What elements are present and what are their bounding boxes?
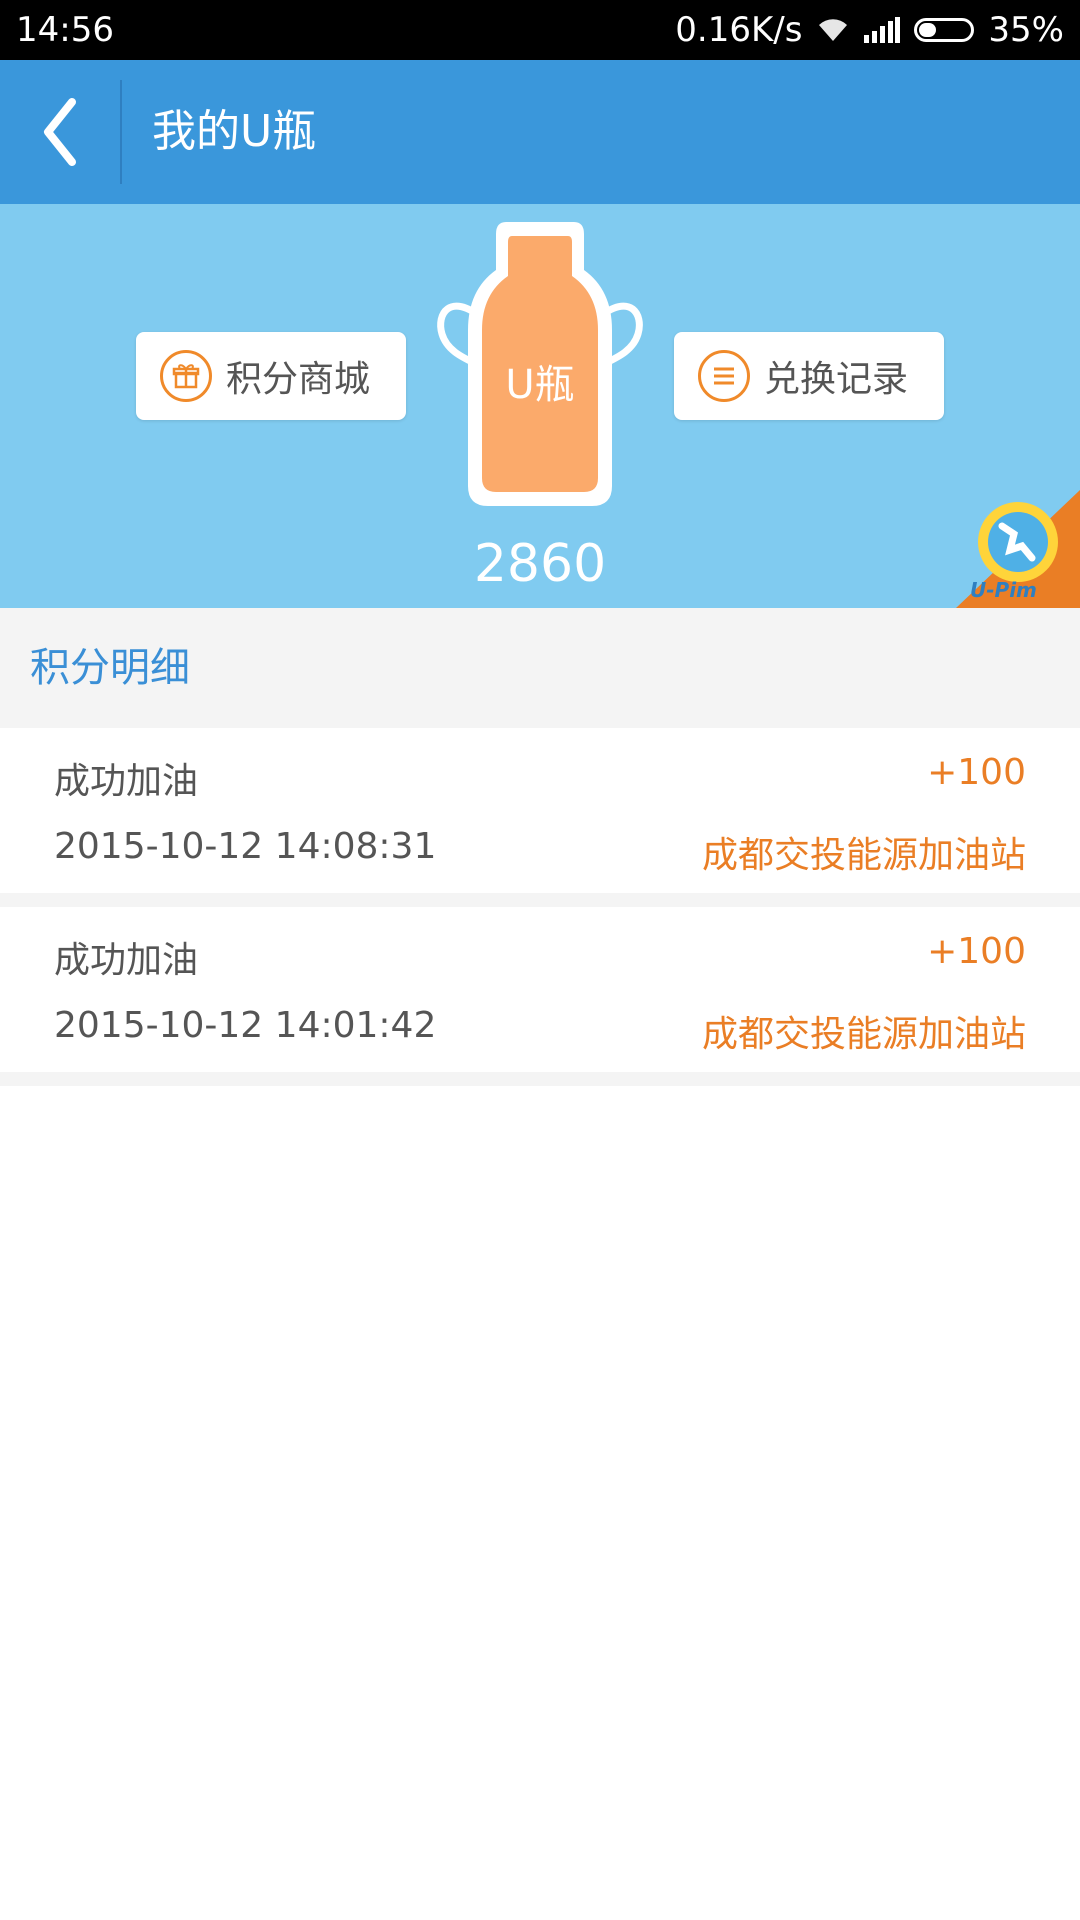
record-time: 2015-10-12 14:01:42 bbox=[54, 1005, 437, 1046]
record-time: 2015-10-12 14:08:31 bbox=[54, 826, 437, 867]
wifi-icon bbox=[819, 19, 848, 41]
list-item[interactable]: 成功加油 +100 2015-10-12 14:08:31 成都交投能源加油站 bbox=[0, 728, 1080, 893]
record-points: +100 bbox=[927, 931, 1026, 972]
battery-percent: 35% bbox=[988, 10, 1064, 50]
record-points: +100 bbox=[927, 752, 1026, 793]
signal-icon bbox=[864, 17, 901, 43]
points-mall-label: 积分商城 bbox=[226, 359, 371, 400]
points-detail-header: 积分明细 bbox=[0, 608, 1080, 728]
upim-logo: U-Pim bbox=[956, 490, 1080, 608]
points-total: 2860 bbox=[473, 534, 607, 594]
status-time: 14:56 bbox=[16, 10, 114, 50]
upim-logo-text: U-Pim bbox=[970, 578, 1037, 602]
record-title: 成功加油 bbox=[54, 940, 199, 981]
list-item[interactable]: 成功加油 +100 2015-10-12 14:01:42 成都交投能源加油站 bbox=[0, 907, 1080, 1072]
bottle-illustration: U瓶 bbox=[436, 222, 644, 506]
page-title: 我的U瓶 bbox=[152, 106, 317, 157]
network-speed: 0.16K/s bbox=[675, 10, 803, 50]
status-bar: 14:56 0.16K/s 35% bbox=[0, 0, 1080, 60]
list-divider bbox=[0, 1072, 1080, 1086]
section-title: 积分明细 bbox=[30, 645, 190, 691]
chevron-left-icon bbox=[44, 98, 76, 166]
status-right: 0.16K/s 35% bbox=[661, 0, 1064, 60]
record-title: 成功加油 bbox=[54, 761, 199, 802]
points-hero: 积分商城 兑换记录 U瓶 2860 U-Pim bbox=[0, 204, 1080, 608]
exchange-records-button[interactable]: 兑换记录 bbox=[674, 332, 944, 420]
app-bar: 我的U瓶 bbox=[0, 60, 1080, 204]
back-button[interactable] bbox=[0, 60, 120, 204]
exchange-records-label: 兑换记录 bbox=[764, 359, 909, 400]
app-bar-divider bbox=[120, 80, 122, 184]
record-place: 成都交投能源加油站 bbox=[701, 835, 1026, 876]
bottle-label: U瓶 bbox=[505, 362, 575, 408]
gift-icon bbox=[160, 350, 212, 402]
record-place: 成都交投能源加油站 bbox=[701, 1014, 1026, 1055]
points-mall-button[interactable]: 积分商城 bbox=[136, 332, 406, 420]
list-divider bbox=[0, 893, 1080, 907]
list-icon bbox=[698, 350, 750, 402]
battery-icon bbox=[914, 18, 975, 42]
